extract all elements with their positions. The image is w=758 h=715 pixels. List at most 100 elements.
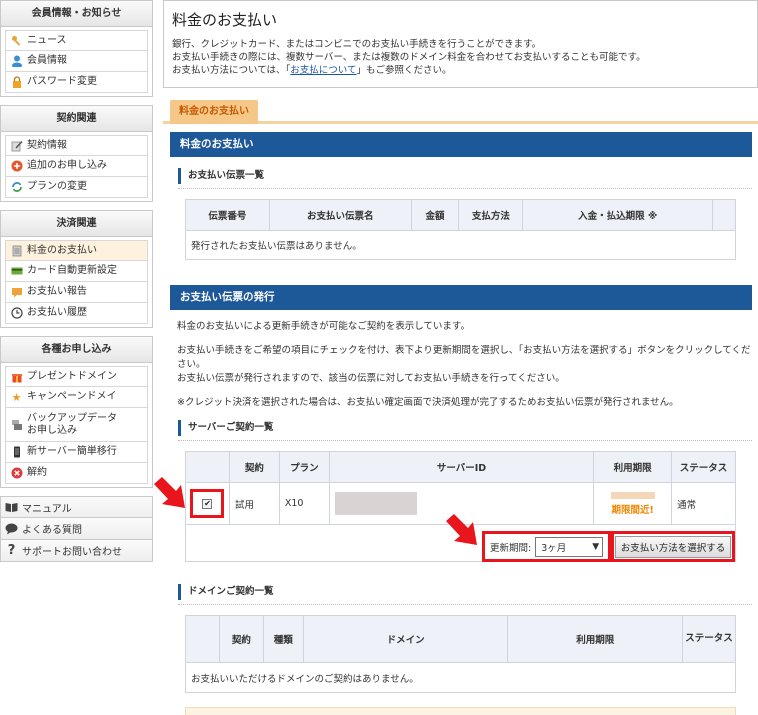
table-header-row: 契約 種類 ドメイン 利用期限 ステータス [185,615,736,663]
renew-period-select[interactable]: 3ヶ月 ▼ [535,536,604,557]
desc-text-2b: お支払い伝票が発行されますので、該当の伝票に対してお支払い手続きを行ってください… [177,373,565,384]
column-header: お支払い伝票名 [268,199,412,231]
sidebar-item-label: プレゼントドメイン [27,370,117,382]
page-title: 料金のお支払い [172,11,278,29]
sidebar-item-card-auto-renew[interactable]: カード自動更新設定 [5,261,148,282]
sidebar-item-cancel[interactable]: 解約 [5,463,148,484]
sidebar-links: マニュアル よくある質問 ? サポートお問い合わせ [0,496,153,562]
column-header [185,451,230,483]
table-header-row: 契約 プラン サーバーID 利用期限 ステータス [185,451,736,483]
sidebar-link-label: マニュアル [22,503,72,515]
notice-box-edge [185,707,736,715]
sidebar-link-label: よくある質問 [22,525,82,536]
table-row: お支払いいただけるドメインのご契約はありません。 [185,662,736,693]
sidebar-item-password[interactable]: パスワード変更 [5,72,148,93]
sidebar-section-title: 会員情報・お知らせ [1,1,152,27]
renew-period-highlight: 更新期間: 3ヶ月 ▼ [482,531,611,562]
desc-text-1: 料金のお支払いによる更新手続きが可能なご契約を表示しています。 [177,321,470,332]
server-select-checkbox[interactable]: ✔ [202,499,213,509]
sidebar-item-label: 会員情報 [27,55,67,66]
sidebar-item-member-info[interactable]: 会員情報 [5,51,148,72]
sidebar-section-title: 決済関連 [1,211,152,237]
desc-text-2a: お支払い手続きをご希望の項目にチェックを付け、表下より更新期間を選択し、「お支払… [177,345,751,370]
sidebar-item-present-domain[interactable]: プレゼントドメイン [5,366,148,387]
intro-text-2: お支払い手続きの際には、複数サーバー、または複数のドメイン料金を合わせてお支払い… [172,52,646,63]
server-icon [10,418,23,431]
report-icon [10,286,23,299]
pay-button-highlight: お支払い方法を選択する [611,531,735,562]
intro-text-3: お支払い方法については、「お支払について」もご参照ください。 [172,64,749,77]
main-content: 料金のお支払い 銀行、クレジットカード、またはコンビニでのお支払い手続きを行うこ… [163,0,758,715]
book-icon [5,501,18,514]
question-icon: ? [7,543,16,558]
sidebar-item-server-migration[interactable]: 新サーバー簡単移行 [5,442,148,463]
phone-icon [10,446,23,459]
sidebar-item-add-application[interactable]: 追加のお申し込み [5,156,148,177]
select-payment-method-button[interactable]: お支払い方法を選択する [615,535,731,558]
intro-text-3-pre: お支払い方法については、「 [172,65,291,76]
sidebar-item-label: お支払い報告 [27,286,87,297]
column-header: 入金・払込期限 ※ [522,199,713,231]
sidebar-item-contract-info[interactable]: 契約情報 [5,135,148,156]
sidebar-section-payment: 決済関連 料金のお支払い カード自動更新設定 お支払い報告 お支払い履歴 [0,210,153,328]
column-header: 種類 [262,615,304,663]
sidebar-item-label: 解約 [27,467,47,478]
sidebar-item-label: プランの変更 [27,181,87,192]
plus-circle-icon [10,160,23,173]
refresh-icon [10,181,23,194]
server-list-heading: サーバーご契約一覧 [178,420,752,436]
sidebar-item-payment-history[interactable]: お支払い履歴 [5,303,148,324]
tab-payment[interactable]: 料金のお支払い [170,100,258,124]
column-header: ステータス [671,451,736,483]
domain-list-heading: ドメインご契約一覧 [178,584,752,600]
sidebar-item-payment[interactable]: 料金のお支払い [5,240,148,261]
issue-description: 料金のお支払いによる更新手続きが可能なご契約を表示しています。 お支払い手続きを… [177,320,752,410]
gift-icon [10,370,23,383]
column-header: 利用期限 [507,615,684,663]
sidebar-link-faq[interactable]: よくある質問 [0,518,153,540]
star-icon: ★ [11,390,22,404]
column-header [185,615,220,663]
sidebar-item-label: 追加のお申し込み [27,160,107,171]
column-header: 利用期限 [593,451,673,483]
plan-cell: X10 [278,482,330,525]
payment-guide-link[interactable]: お支払について [290,65,356,76]
intro-box: 料金のお支払い 銀行、クレジットカード、またはコンビニでのお支払い手続きを行うこ… [163,0,758,88]
sidebar-item-label: バックアップデータ お申し込み [27,412,117,436]
column-header [712,199,736,231]
expiry-date-redacted [610,491,655,499]
section-bar-payment: 料金のお支払い [170,132,752,157]
arrow-icon [446,514,477,545]
column-header: 伝票番号 [185,199,270,231]
document-pen-icon [10,139,23,152]
sidebar-item-label: 新サーバー簡単移行 [27,446,117,457]
sidebar-item-label: 契約情報 [27,139,67,151]
invoice-list-heading: お支払い伝票一覧 [178,168,752,184]
arrow-icon [154,477,185,508]
desc-text-3: ※クレジット決済を選択された場合は、お支払い確定画面で決済処理が完了するためお支… [177,397,679,408]
column-header: 契約 [218,615,264,663]
column-header: 支払方法 [458,199,524,231]
sidebar-link-manual[interactable]: マニュアル [0,496,153,518]
expiry-warning: 期限間近! [611,504,654,516]
tab-bar: 料金のお支払い [163,100,758,124]
lock-icon [10,76,23,89]
sidebar-section-title: 契約関連 [1,106,152,132]
chevron-down-icon: ▼ [592,541,600,552]
credit-card-icon [10,265,23,278]
sidebar-item-news[interactable]: ニュース [5,30,148,51]
sidebar-item-backup-data[interactable]: バックアップデータ お申し込み [5,408,148,442]
sidebar-item-campaign-domain[interactable]: ★ キャンペーンドメイ [5,387,148,408]
sidebar-item-payment-report[interactable]: お支払い報告 [5,282,148,303]
sidebar-link-support[interactable]: ? サポートお問い合わせ [0,540,153,562]
empty-message: お支払いいただけるドメインのご契約はありません。 [185,662,736,693]
renew-period-label: 更新期間: [490,542,532,554]
sidebar-section-applications: 各種お申し込み プレゼントドメイン ★ キャンペーンドメイ バックアップデータ … [0,336,153,488]
column-header: 契約 [228,451,280,483]
column-header: プラン [278,451,330,483]
section-bar-issue: お支払い伝票の発行 [170,285,752,310]
sidebar-item-label: カード自動更新設定 [27,265,117,276]
sidebar-item-plan-change[interactable]: プランの変更 [5,177,148,198]
sidebar-item-label: パスワード変更 [27,76,97,87]
sidebar-section-member: 会員情報・お知らせ ニュース 会員情報 パスワード変更 [0,0,153,97]
